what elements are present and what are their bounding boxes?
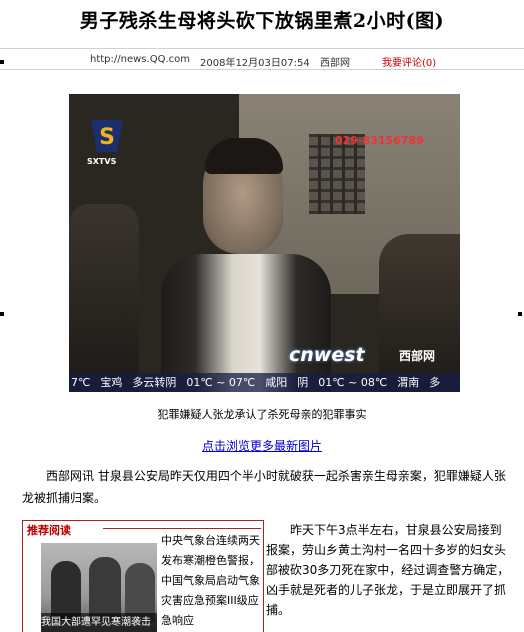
comment-link[interactable]: 我要评论(0) [382, 54, 436, 69]
recommend-title: 推荐阅读 [23, 521, 77, 537]
photo-brand-cn: 西部网 [399, 349, 436, 363]
ticker-item: 多 [429, 376, 441, 389]
channel-logo-text: SXTVS [87, 157, 117, 166]
recommend-text-link[interactable]: 中央气象台连续两天发布寒潮橙色警报，中国气象局启动气象灾害应急预案III级应急响… [161, 531, 261, 631]
source-name: 西部网 [320, 58, 350, 69]
ticker-item: 7℃ [71, 376, 91, 389]
news-photo: S SXTVS 029-83156789 cnwest 西部网 7℃ 宝鸡 多云转阴… [69, 94, 460, 392]
recommend-box: 推荐阅读 我国大部遭罕见寒潮袭击 中央气象台连续两天发布寒潮橙色警报，中国气象局… [22, 520, 264, 632]
channel-logo-icon: S [91, 120, 123, 152]
ticker-item: 渭南 [397, 376, 420, 389]
publish-date: 2008年12月03日07:54 [200, 58, 310, 69]
article-title: 男子残杀生母将头砍下放锅里煮2小时(图) [79, 10, 445, 32]
ticker-item: 阴 [297, 376, 309, 389]
article-meta-bar: http://news.QQ.com 2008年12月03日07:54 西部网 … [0, 48, 524, 70]
page-marker [0, 60, 4, 64]
ticker-item: 01℃ ~ 07℃ [186, 376, 256, 389]
photo-phone: 029-83156789 [335, 134, 424, 147]
ticker-item: 01℃ ~ 08℃ [318, 376, 388, 389]
more-photos-link[interactable]: 点击浏览更多最新图片 [0, 437, 524, 454]
photo-caption: 犯罪嫌疑人张龙承认了杀死母亲的犯罪事实 [157, 408, 367, 421]
ticker-item: 咸阳 [265, 376, 288, 389]
page-marker [518, 312, 522, 316]
weather-ticker: 7℃ 宝鸡 多云转阴 01℃ ~ 07℃ 咸阳阴 01℃ ~ 08℃ 渭南多 [69, 373, 460, 392]
ticker-item: 宝鸡 [100, 376, 123, 389]
photo-brand: cnwest [289, 344, 365, 366]
article-paragraph-1: 西部网讯 甘泉县公安局昨天仅用四个半小时就破获一起杀害亲生母亲案，犯罪嫌疑人张龙… [22, 469, 506, 505]
ticker-item: 多云转阴 [132, 376, 177, 389]
recommend-thumbnail-caption[interactable]: 我国大部遭罕见寒潮袭击 [41, 613, 157, 632]
svg-text:S: S [99, 125, 115, 150]
recommend-divider [103, 528, 261, 529]
source-url[interactable]: http://news.QQ.com [90, 54, 190, 65]
page-marker [0, 312, 4, 316]
article-paragraph-2: 昨天下午3点半左右，甘泉县公安局接到报案，劳山乡黄土沟村一名四十多岁的妇女头部被… [266, 523, 510, 617]
recommend-thumbnail[interactable]: 我国大部遭罕见寒潮袭击 [41, 543, 157, 632]
